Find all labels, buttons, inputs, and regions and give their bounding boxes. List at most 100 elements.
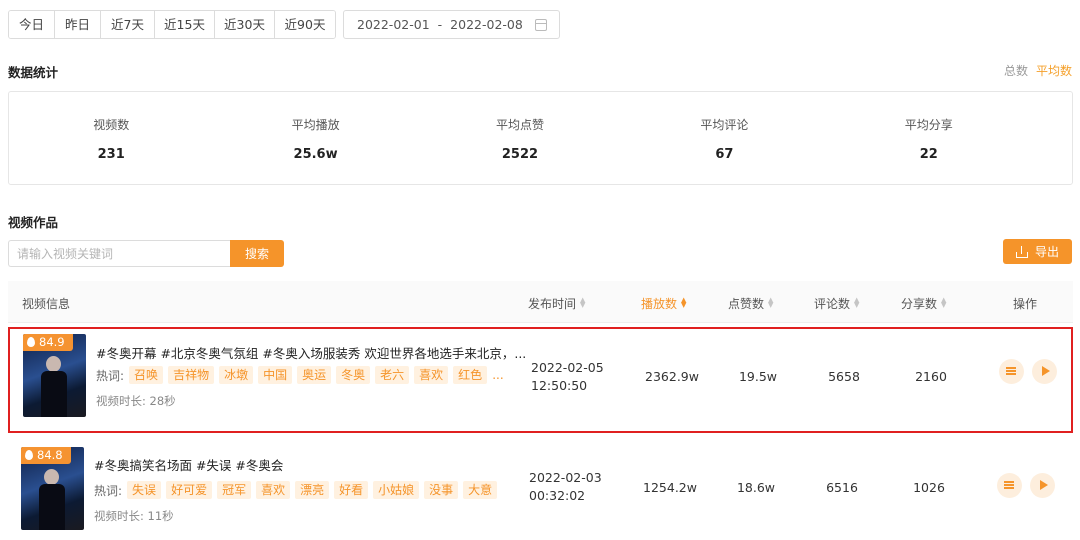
end-date: 2022-02-08 [450, 17, 523, 32]
hotword-tag: 吉祥物 [168, 366, 215, 384]
hotword-tag: 冬奥 [336, 366, 371, 384]
sort-icon: ▲ ▼ [941, 296, 947, 309]
fire-icon [25, 450, 33, 460]
stat-video-count: 视频数 231 [9, 92, 213, 184]
tab-last-7-days[interactable]: 近7天 [101, 11, 155, 38]
stat-label: 平均评论 [700, 118, 749, 132]
hotword-tag: 红色 [453, 366, 488, 384]
table-header: 视频信息 发布时间 ▲ ▼ 播放数 ▲ ▼ 点赞数 ▲ ▼ 评论数 ▲ ▼ 分享数 ▲ ▼ 操作 [8, 281, 1073, 323]
row-actions [999, 359, 1065, 384]
row-actions [997, 473, 1063, 498]
score-badge: 84.9 [23, 334, 73, 351]
col-likes[interactable]: 点赞数 ▲ ▼ [728, 295, 775, 312]
duration-value: 11秒 [147, 509, 174, 523]
duration-label: 视频时长: [96, 394, 146, 408]
tab-last-90-days[interactable]: 近90天 [275, 11, 335, 38]
sort-icon: ▲ ▼ [681, 296, 687, 309]
export-label: 导出 [1034, 245, 1059, 259]
stat-label: 平均分享 [904, 118, 953, 132]
video-search-input[interactable] [8, 240, 230, 267]
hotwords-label: 热词: [96, 368, 125, 383]
likes-count: 19.5w [738, 369, 778, 384]
hotword-tag: 大意 [463, 481, 498, 499]
col-video-info: 视频信息 [22, 297, 71, 311]
hotword-tag: 老六 [375, 366, 410, 384]
date-range-picker[interactable]: 2022-02-01 - 2022-02-08 [343, 10, 560, 39]
video-title[interactable]: #冬奥开幕 #北京冬奥气氛组 #冬奥入场服装秀 欢迎世界各地选手来北京，... [96, 343, 526, 362]
hotword-tag: 奥运 [297, 366, 332, 384]
video-title[interactable]: #冬奥搞笑名场面 #失误 #冬奥会 [94, 455, 283, 474]
stat-avg-shares: 平均分享 22 [827, 92, 1031, 184]
fire-icon [27, 337, 35, 347]
stat-avg-comments: 平均评论 67 [622, 92, 826, 184]
tab-last-15-days[interactable]: 近15天 [155, 11, 215, 38]
play-icon[interactable] [1030, 473, 1055, 498]
shares-count: 1026 [913, 480, 945, 495]
sort-icon: ▲ ▼ [580, 296, 586, 309]
table-row[interactable]: 84.8 #冬奥搞笑名场面 #失误 #冬奥会 热词: 失误 好可爱 冠军 喜欢 … [8, 441, 1073, 540]
col-label: 发布时间 [528, 297, 577, 311]
stats-panel: 视频数 231 平均播放 25.6w 平均点赞 2522 平均评论 67 平均分… [8, 91, 1073, 185]
hotwords-label: 热词: [94, 483, 123, 498]
stat-value: 231 [97, 147, 125, 162]
hotword-tag: 冰墩 [219, 366, 254, 384]
publish-clock: 12:50:50 [531, 378, 588, 393]
col-label: 点赞数 [728, 297, 765, 311]
date-range-tabs: 今日 昨日 近7天 近15天 近30天 近90天 [8, 10, 336, 39]
publish-date: 2022-02-03 [529, 470, 602, 485]
publish-clock: 00:32:02 [529, 488, 586, 503]
hotword-tag: 冠军 [217, 481, 252, 499]
col-comments[interactable]: 评论数 ▲ ▼ [814, 295, 861, 312]
col-label: 播放数 [641, 297, 678, 311]
upload-icon [1015, 245, 1028, 258]
mode-average[interactable]: 平均数 [1036, 64, 1072, 78]
video-duration: 视频时长: 11秒 [94, 508, 174, 524]
export-button[interactable]: 导出 [1003, 239, 1072, 264]
tab-last-30-days[interactable]: 近30天 [215, 11, 275, 38]
publish-date: 2022-02-05 [531, 360, 604, 375]
hotword-tag: 没事 [424, 481, 459, 499]
col-publish-time[interactable]: 发布时间 ▲ ▼ [528, 295, 587, 312]
thumbnail-person [39, 469, 65, 530]
sort-icon: ▲ ▼ [768, 296, 774, 309]
details-list-icon[interactable] [997, 473, 1022, 498]
sort-icon: ▲ ▼ [854, 296, 860, 309]
stat-value: 2522 [501, 147, 539, 162]
stat-value: 25.6w [293, 147, 338, 162]
stat-label: 平均播放 [291, 118, 340, 132]
videos-section-title: 视频作品 [8, 215, 59, 230]
publish-time: 2022-02-05 12:50:50 [531, 359, 611, 395]
tab-yesterday[interactable]: 昨日 [55, 11, 101, 38]
stats-section-title: 数据统计 [8, 65, 59, 80]
col-label: 评论数 [814, 297, 851, 311]
stat-avg-plays: 平均播放 25.6w [213, 92, 417, 184]
duration-label: 视频时长: [94, 509, 144, 523]
col-shares[interactable]: 分享数 ▲ ▼ [901, 295, 948, 312]
shares-count: 2160 [915, 369, 947, 384]
tab-today[interactable]: 今日 [9, 11, 55, 38]
hotwords: 热词: 召唤 吉祥物 冰墩 中国 奥运 冬奥 老六 喜欢 红色 ... [96, 366, 504, 384]
stat-value: 22 [919, 147, 938, 162]
col-label: 分享数 [901, 297, 938, 311]
search-button[interactable]: 搜索 [230, 240, 284, 267]
stat-avg-likes: 平均点赞 2522 [418, 92, 622, 184]
play-icon[interactable] [1032, 359, 1057, 384]
hotword-tag: 失误 [127, 481, 162, 499]
calendar-icon[interactable] [535, 19, 547, 31]
hotword-tag: 小姑娘 [373, 481, 420, 499]
publish-time: 2022-02-03 00:32:02 [529, 469, 609, 505]
comments-count: 5658 [828, 369, 860, 384]
stats-mode-switch: 总数 平均数 [996, 62, 1072, 79]
thumbnail-person [41, 356, 67, 417]
mode-total[interactable]: 总数 [1004, 64, 1028, 78]
score-badge: 84.8 [21, 447, 71, 464]
details-list-icon[interactable] [999, 359, 1024, 384]
hotword-tag: 漂亮 [295, 481, 330, 499]
hotword-tag: 喜欢 [256, 481, 291, 499]
plays-count: 1254.2w [643, 480, 697, 495]
col-plays[interactable]: 播放数 ▲ ▼ [641, 295, 688, 312]
duration-value: 28秒 [149, 394, 176, 408]
date-separator: - [437, 17, 443, 32]
table-row[interactable]: 84.9 #冬奥开幕 #北京冬奥气氛组 #冬奥入场服装秀 欢迎世界各地选手来北京… [8, 327, 1073, 433]
stat-label: 视频数 [93, 118, 130, 132]
